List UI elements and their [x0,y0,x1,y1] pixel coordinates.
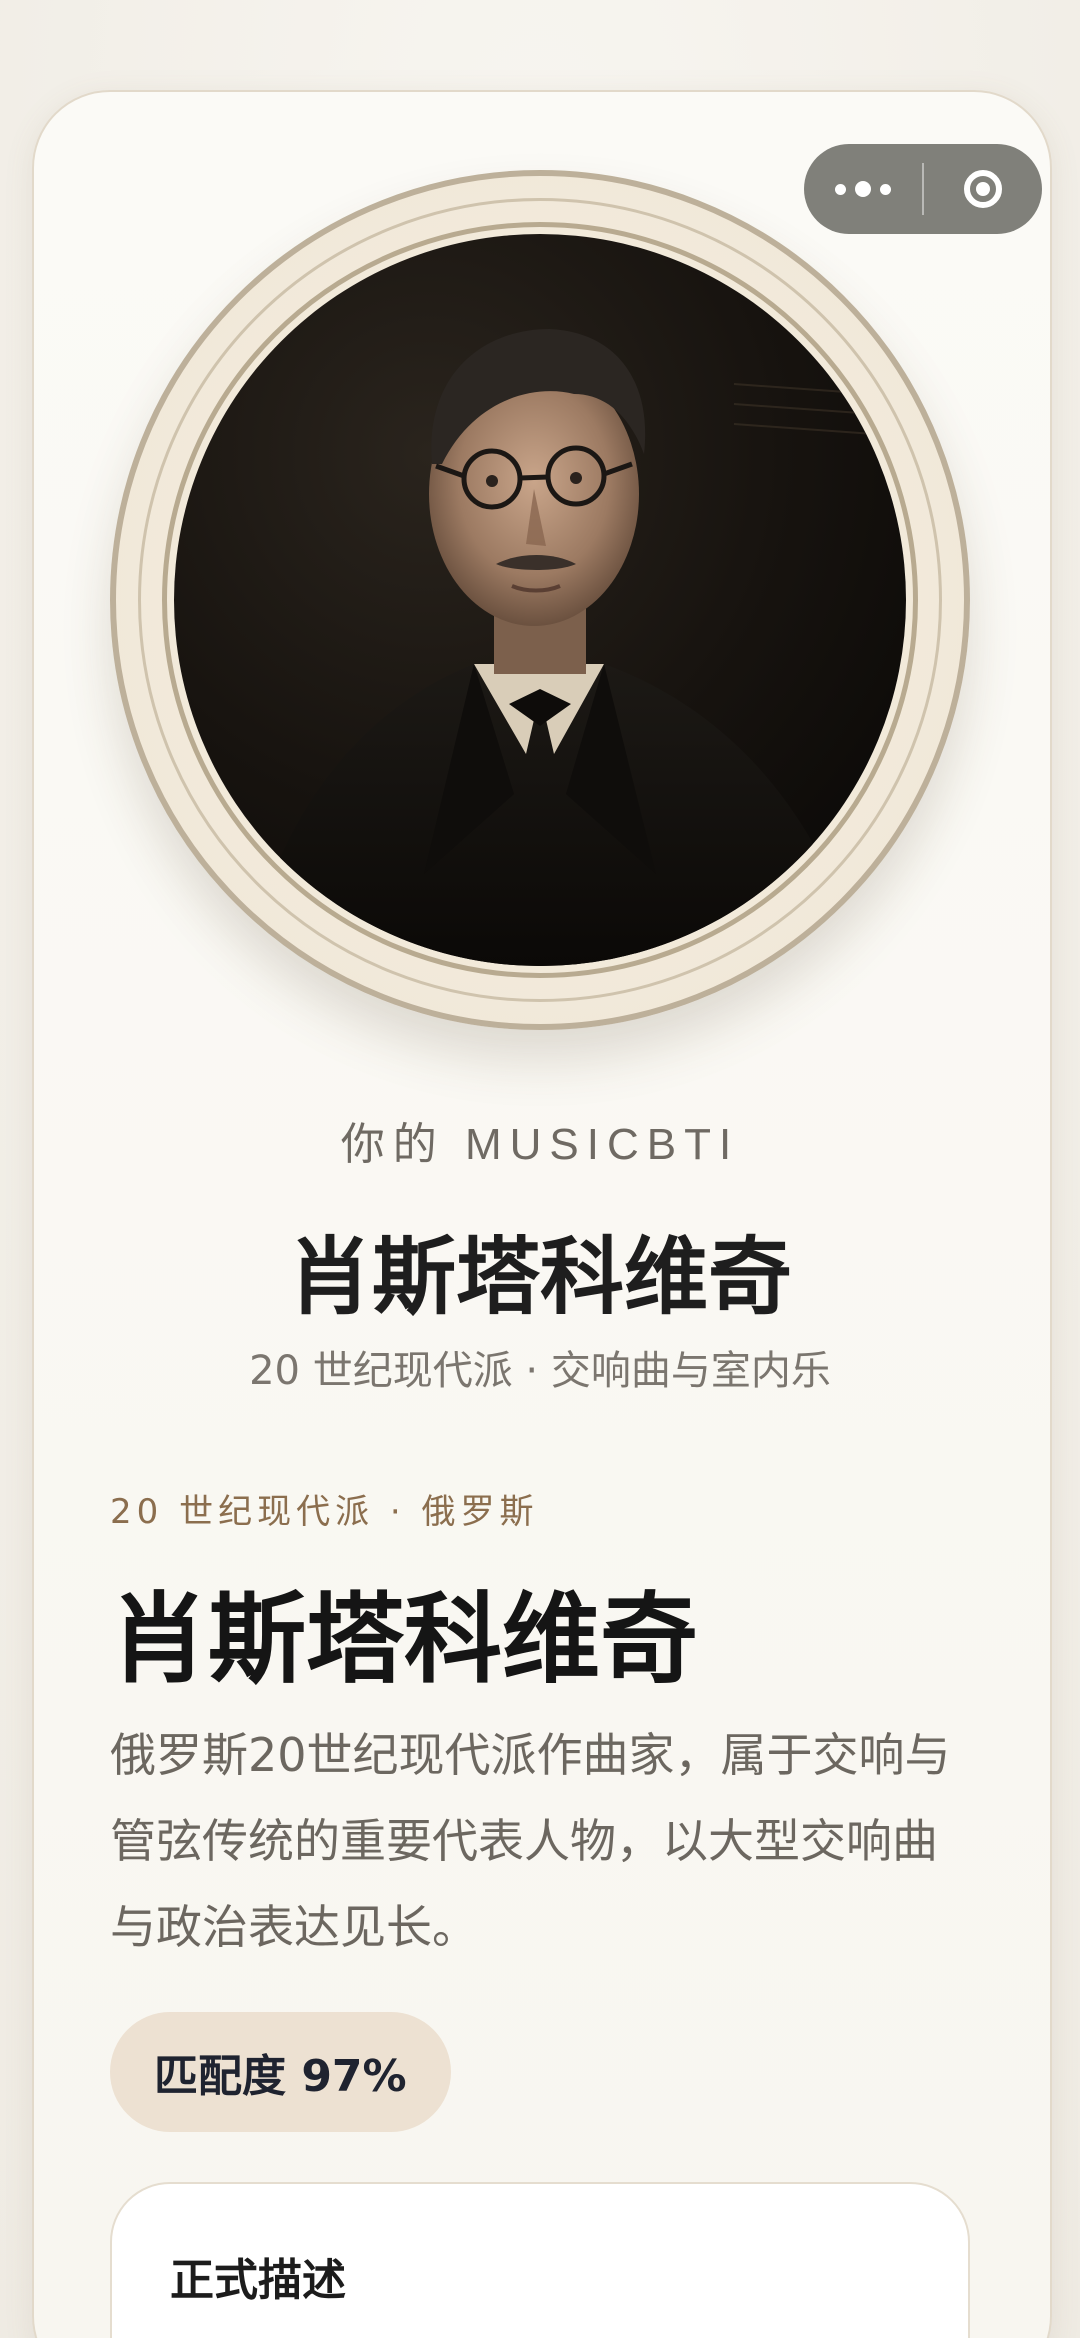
result-subtitle: 20 世纪现代派 · 交响曲与室内乐 [249,1348,831,1394]
target-close-icon[interactable] [924,144,1042,234]
panel-title: 正式描述 [170,2255,346,2306]
match-badge: 匹配度 97% [110,2012,451,2132]
detail-kicker: 20 世纪现代派 · 俄罗斯 [110,1492,539,1532]
composer-portrait [174,234,906,966]
mini-program-capsule [804,144,1042,234]
result-eyebrow: 你的 MUSICBTI [340,1120,740,1169]
page: 你的 MUSICBTI 肖斯塔科维奇 20 世纪现代派 · 交响曲与室内乐 20… [0,0,1080,2338]
detail-name: 肖斯塔科维奇 [110,1583,699,1697]
formal-description-panel: 正式描述 [110,2182,970,2338]
more-dots-icon[interactable] [804,144,922,234]
result-title: 肖斯塔科维奇 [287,1228,792,1326]
detail-description: 俄罗斯20世纪现代派作曲家，属于交响与管弦传统的重要代表人物，以大型交响曲与政治… [110,1728,951,1954]
portrait-frame [110,170,970,1030]
